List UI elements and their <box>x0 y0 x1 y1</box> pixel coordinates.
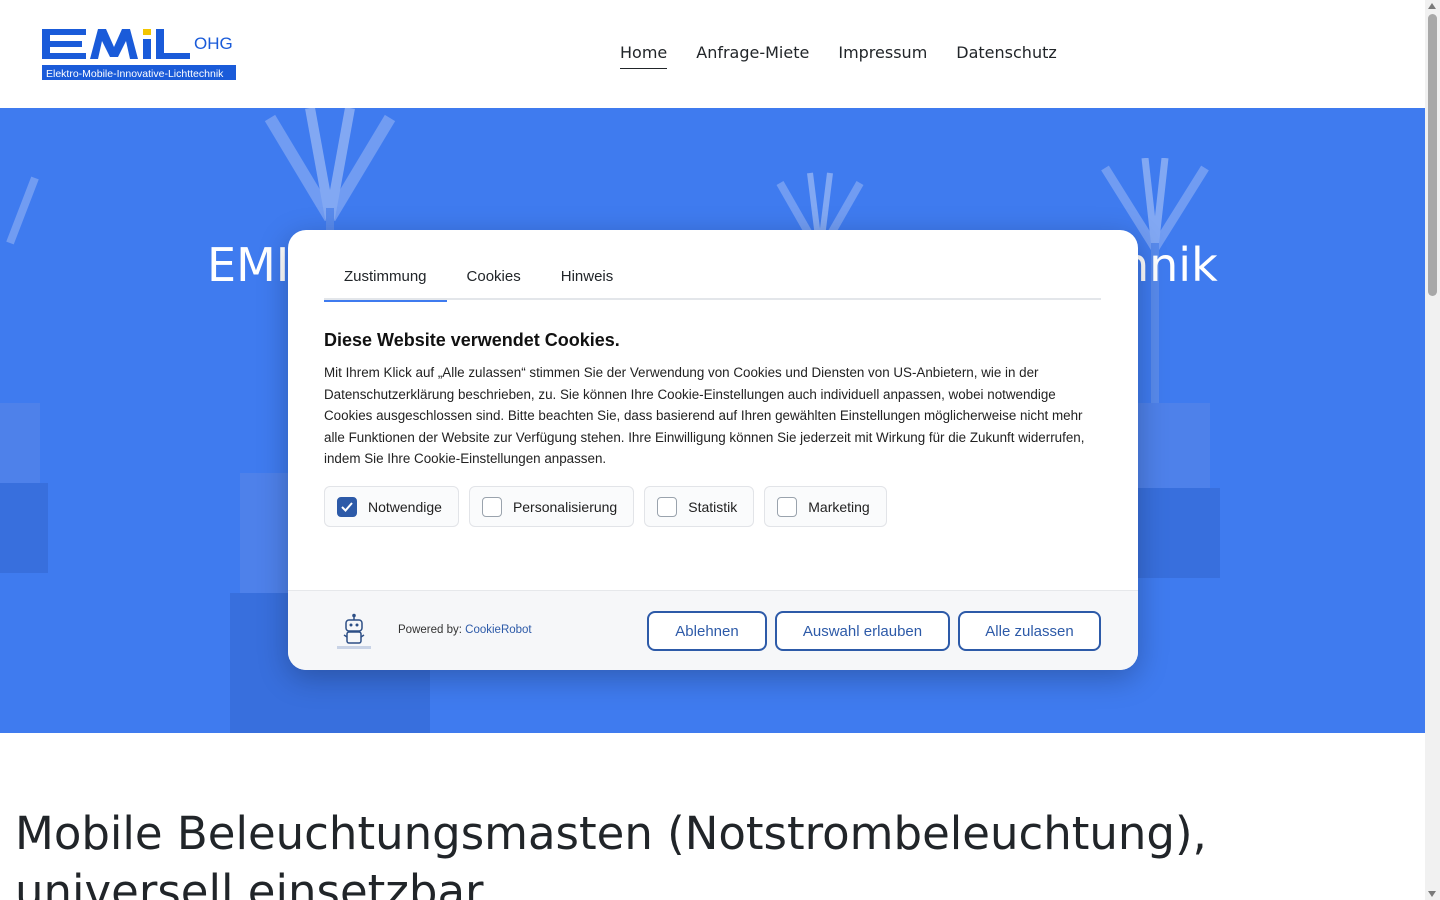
checkbox-marketing[interactable]: Marketing <box>764 486 887 527</box>
site-logo[interactable]: OHG Elektro-Mobile-Innovative-Lichttechn… <box>42 27 238 81</box>
checkbox-checked-icon[interactable] <box>337 496 357 517</box>
hero-title-left: EMI <box>207 238 290 292</box>
scroll-thumb[interactable] <box>1428 14 1437 296</box>
cookie-category-options: Notwendige Personalisierung Statistik Ma… <box>324 486 887 527</box>
checkbox-personalisierung[interactable]: Personalisierung <box>468 486 635 527</box>
main-nav: Home Anfrage-Miete Impressum Datenschutz <box>620 43 1057 69</box>
nav-home[interactable]: Home <box>620 43 668 69</box>
tab-zustimmung[interactable]: Zustimmung <box>324 260 447 302</box>
reject-button[interactable]: Ablehnen <box>647 611 767 651</box>
nav-datenschutz[interactable]: Datenschutz <box>956 43 1056 69</box>
allow-selection-button[interactable]: Auswahl erlauben <box>775 611 950 651</box>
light-mast-image <box>0 176 48 573</box>
powered-by-label: Powered by: <box>398 624 462 636</box>
checkbox-notwendige[interactable]: Notwendige <box>324 486 459 527</box>
checkbox-label: Statistik <box>688 498 738 515</box>
cookie-dialog-tabs: Zustimmung Cookies Hinweis <box>324 260 1101 302</box>
checkbox-label: Marketing <box>808 498 870 515</box>
scroll-down-arrow-icon[interactable] <box>1428 891 1436 897</box>
cookie-dialog-text: Mit Ihrem Klick auf „Alle zulassen“ stim… <box>324 365 1085 467</box>
nav-impressum[interactable]: Impressum <box>838 43 927 69</box>
powered-by: Powered by: CookieRobot <box>398 624 532 636</box>
checkbox-empty-icon[interactable] <box>777 496 798 517</box>
site-header: OHG Elektro-Mobile-Innovative-Lichttechn… <box>0 0 1425 108</box>
cookie-consent-dialog: Zustimmung Cookies Hinweis Diese Website… <box>288 230 1138 670</box>
checkbox-label: Notwendige <box>368 498 442 515</box>
cookie-dialog-footer: Powered by: CookieRobot Ablehnen Auswahl… <box>288 590 1138 670</box>
tab-cookies[interactable]: Cookies <box>447 260 541 300</box>
page-scrollbar[interactable] <box>1425 0 1440 900</box>
checkbox-statistik[interactable]: Statistik <box>644 486 755 527</box>
cookierobot-logo-icon <box>337 613 371 649</box>
nav-anfrage-miete[interactable]: Anfrage-Miete <box>696 43 809 69</box>
tab-hinweis[interactable]: Hinweis <box>541 260 634 300</box>
checkbox-label: Personalisierung <box>512 498 618 515</box>
cookierobot-link[interactable]: CookieRobot <box>465 624 531 636</box>
allow-all-button[interactable]: Alle zulassen <box>958 611 1101 651</box>
page-section-title: Mobile Beleuchtungsmasten (Notstrombeleu… <box>15 807 1207 900</box>
cookie-dialog-heading: Diese Website verwendet Cookies. <box>324 330 620 350</box>
checkbox-empty-icon[interactable] <box>657 496 678 517</box>
scroll-up-arrow-icon[interactable] <box>1428 3 1436 9</box>
logo-suffix: OHG <box>194 34 233 53</box>
checkbox-empty-icon[interactable] <box>481 496 502 517</box>
logo-tagline: Elektro-Mobile-Innovative-Lichttechnik <box>46 68 224 80</box>
